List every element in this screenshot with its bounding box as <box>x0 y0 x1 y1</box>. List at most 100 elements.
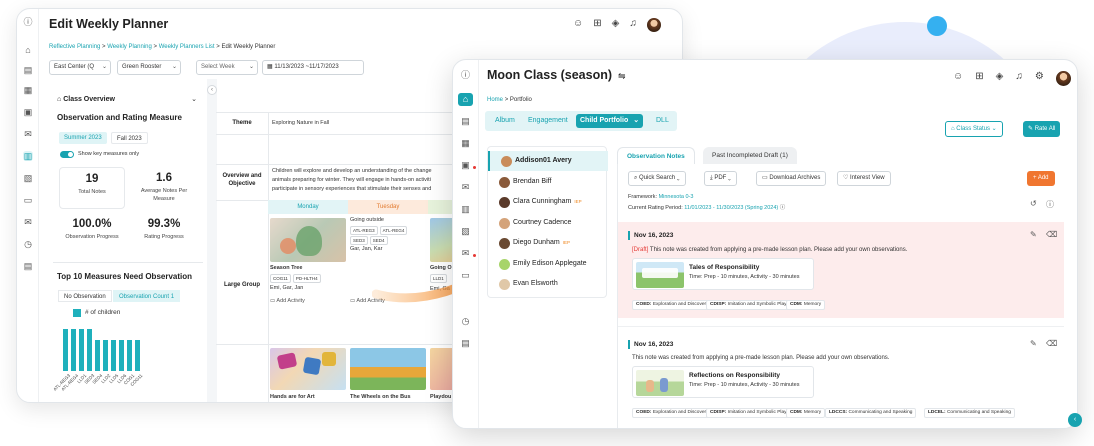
classroom-select[interactable]: Green Rooster ⌄ <box>117 60 181 75</box>
photo-icon[interactable]: ▧ <box>458 225 473 238</box>
period-chip-summer[interactable]: Summer 2023 <box>59 132 107 144</box>
class-status-button[interactable]: ⌂ Class Status ⌄ <box>945 121 1003 137</box>
tab-observation-notes[interactable]: Observation Notes <box>617 147 695 164</box>
document-icon[interactable]: ▤ <box>23 261 33 271</box>
toggle-label: Show key measures only <box>78 151 140 157</box>
trash-icon[interactable]: ⌫ <box>1046 230 1057 239</box>
divider <box>53 262 203 263</box>
chart-bar <box>127 339 132 371</box>
breadcrumb-home[interactable]: Home <box>487 97 503 103</box>
report-icon[interactable]: ▤ <box>23 65 33 75</box>
profile-icon[interactable]: ▣ <box>458 159 473 172</box>
profile-icon[interactable]: ▣ <box>23 107 33 117</box>
tab-past-draft[interactable]: Past Incompleted Draft (1) <box>703 147 797 164</box>
help-icon[interactable]: ⓘ <box>1046 199 1054 210</box>
heart-icon: ♡ <box>843 175 851 181</box>
add-note-button[interactable]: + Add <box>1027 171 1055 186</box>
calendar-icon[interactable]: ▦ <box>23 85 33 95</box>
home-icon[interactable]: ⌂ <box>23 45 33 55</box>
monday-activity-title[interactable]: Season Tree <box>270 265 302 271</box>
tab-no-observation[interactable]: No Observation <box>58 290 112 302</box>
clock-icon[interactable]: ◷ <box>458 315 473 328</box>
row2-tuesday-title[interactable]: The Wheels on the Bus <box>350 394 411 400</box>
monday-add-activity[interactable]: ▭ Add Activity <box>270 298 305 304</box>
avatar[interactable] <box>646 18 661 32</box>
translate-icon[interactable]: ⊞ <box>593 18 601 32</box>
translate-icon[interactable]: ⊞ <box>975 71 983 86</box>
mail-icon[interactable]: ✉ <box>458 181 473 194</box>
lesson-plan-card[interactable]: Tales of Responsibility Time: Prep - 10 … <box>632 258 814 290</box>
week-select[interactable]: Select Week ⌄ <box>196 60 258 75</box>
tab-dll[interactable]: DLL <box>656 111 669 131</box>
graduation-icon[interactable]: ◈ <box>996 71 1004 86</box>
chat-icon[interactable]: ▭ <box>23 195 33 205</box>
domain-tag: CDM: Memory <box>786 408 826 418</box>
list-item-child[interactable]: Clara Cunningham IEP <box>488 192 608 212</box>
collapse-icon[interactable]: ‹ <box>207 85 217 95</box>
chat-bubble-icon[interactable]: ☺ <box>573 18 583 32</box>
bell-icon[interactable]: ♫ <box>1015 71 1023 86</box>
scroll-up-icon[interactable]: ‹ <box>1068 413 1082 427</box>
period-chip-fall[interactable]: Fall 2023 <box>111 132 148 144</box>
date-range-field[interactable]: ▦ 11/13/2023 ~11/17/2023 <box>262 60 364 75</box>
planner-icon[interactable]: ▥ <box>458 203 473 216</box>
center-select[interactable]: East Center (Q ⌄ <box>49 60 111 75</box>
list-item-child[interactable]: Courtney Cadence <box>488 213 608 233</box>
tab-engagement[interactable]: Engagement <box>528 111 568 131</box>
switch-class-icon[interactable]: ⇋ <box>618 71 626 81</box>
stat-total-notes: 19 Total Notes <box>59 167 125 209</box>
graduation-icon[interactable]: ◈ <box>612 18 620 32</box>
home-icon[interactable]: ⌂ <box>458 93 473 106</box>
avatar[interactable] <box>1055 71 1071 86</box>
portfolio-tabs: Album Engagement Child Portfolio ⌄ DLL <box>485 111 677 131</box>
clock-icon[interactable]: ◷ <box>23 239 33 249</box>
breadcrumb-planners-list[interactable]: Weekly Planners List <box>159 44 215 50</box>
avatar <box>499 238 510 249</box>
chart-bar <box>111 339 116 371</box>
trash-icon[interactable]: ⌫ <box>1046 339 1057 348</box>
list-item-child[interactable]: Addison01 Avery <box>488 151 608 171</box>
edit-icon[interactable]: ✎ <box>1030 230 1037 239</box>
avatar <box>499 177 510 188</box>
tab-observation-count[interactable]: Observation Count 1 <box>113 290 181 302</box>
rate-all-button[interactable]: ✎ Rate All <box>1023 121 1061 137</box>
tuesday-activity-title[interactable]: Going outside <box>350 217 384 223</box>
promo-stage: ⓘ ⌂ ▤ ▦ ▣ ✉ ▥ ▧ ▭ ✉ ◷ ▤ Edit Weekly Plan… <box>0 0 1094 446</box>
info-icon[interactable]: ⓘ <box>23 17 33 27</box>
chat-icon[interactable]: ▭ <box>458 269 473 282</box>
document-icon[interactable]: ▤ <box>458 337 473 350</box>
key-measures-toggle[interactable] <box>60 151 74 158</box>
bell-icon[interactable]: ♫ <box>629 18 637 32</box>
download-archives-button[interactable]: ▭ Download Archives <box>756 171 827 186</box>
row2-wednesday-title[interactable]: Playdou <box>430 394 451 400</box>
list-item-child[interactable]: Evan Elsworth <box>488 274 608 294</box>
top-measures-title: Top 10 Measures Need Observation <box>57 272 193 281</box>
message-icon[interactable]: ✉ <box>458 247 473 260</box>
lesson-plan-card[interactable]: Reflections on Responsibility Time: Prep… <box>632 366 814 398</box>
list-item-child[interactable]: Diego Dunham IEP <box>488 233 608 253</box>
list-item-child[interactable]: Brendan Biff <box>488 172 608 192</box>
tab-child-portfolio[interactable]: Child Portfolio ⌄ <box>576 114 644 128</box>
calendar-icon[interactable]: ▦ <box>458 137 473 150</box>
planner-icon[interactable]: ▥ <box>23 151 33 161</box>
photo-icon[interactable]: ▧ <box>23 173 33 183</box>
breadcrumb-reflective[interactable]: Reflective Planning <box>49 44 100 50</box>
day-tuesday: Tuesday <box>348 200 428 214</box>
interest-view-button[interactable]: ♡ Interest View <box>837 171 891 186</box>
message-icon[interactable]: ✉ <box>23 217 33 227</box>
chat-bubble-icon[interactable]: ☺ <box>953 71 963 86</box>
report-icon[interactable]: ▤ <box>458 115 473 128</box>
history-icon[interactable]: ↺ <box>1030 199 1037 208</box>
list-item-child[interactable]: Emily Edison Applegate <box>488 254 608 274</box>
chevron-down-icon[interactable]: ⌄ <box>191 95 197 103</box>
row2-monday-title[interactable]: Hands are for Art <box>270 394 315 400</box>
gear-icon[interactable]: ⚙ <box>1035 71 1044 86</box>
pdf-button[interactable]: ⤓ PDF ⌄ <box>704 171 737 186</box>
mail-icon[interactable]: ✉ <box>23 129 33 139</box>
edit-icon[interactable]: ✎ <box>1030 339 1037 348</box>
info-icon[interactable]: ⓘ <box>458 69 473 82</box>
quick-search-button[interactable]: ⌕ Quick Search ⌄ <box>628 171 686 186</box>
breadcrumb-weekly-planning[interactable]: Weekly Planning <box>107 44 152 50</box>
tab-album[interactable]: Album <box>495 111 515 131</box>
monday-people: Emi, Gar, Jan <box>270 285 304 291</box>
